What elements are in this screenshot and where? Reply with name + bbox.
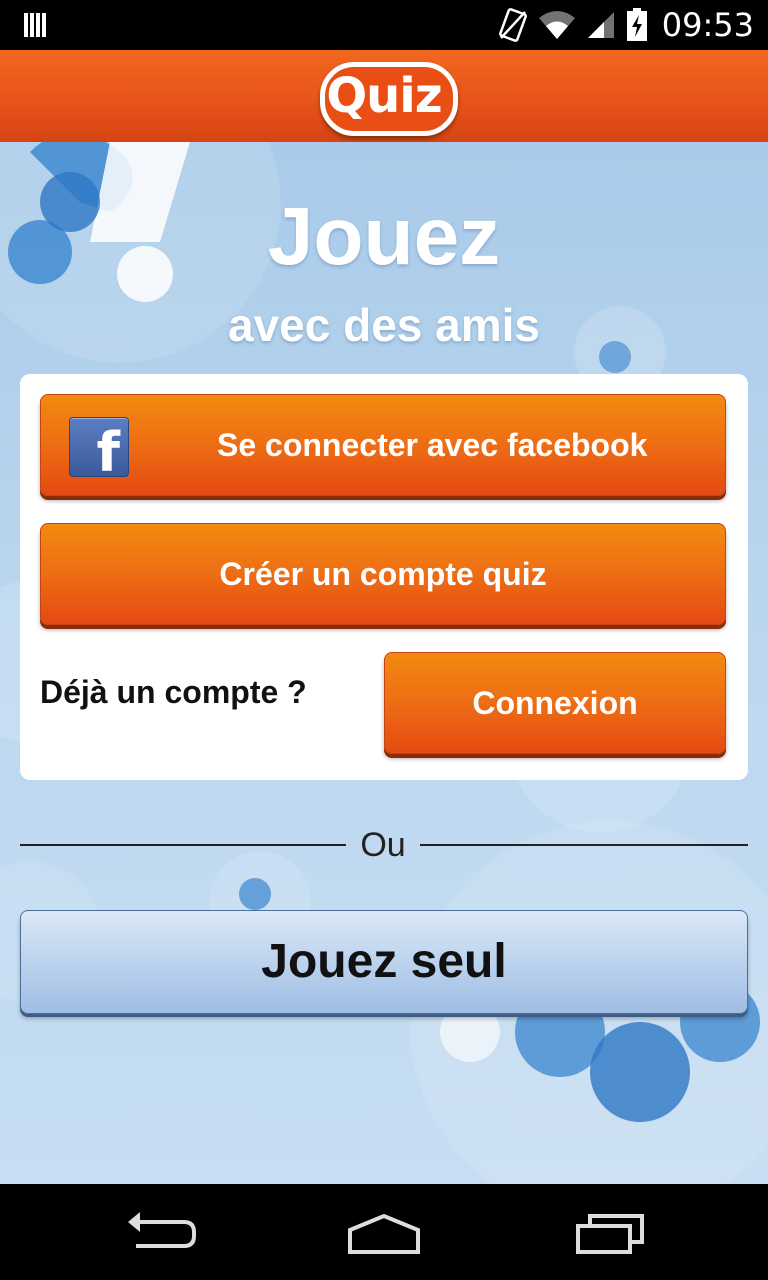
recent-apps-icon[interactable] <box>562 1204 662 1260</box>
back-icon[interactable] <box>110 1204 210 1260</box>
divider-line-left <box>20 844 346 846</box>
status-icons <box>498 8 648 42</box>
page-subtitle: avec des amis <box>227 299 540 351</box>
navigation-bar <box>0 1184 768 1280</box>
login-label: Connexion <box>472 684 638 721</box>
no-sim-icon <box>499 8 527 42</box>
main-content: Jouez avec des amis f Se connecter avec … <box>0 142 768 1184</box>
logo-text: Quiz <box>326 68 442 124</box>
already-account-label: Déjà un compte ? <box>40 674 307 710</box>
status-bar: 09:53 <box>0 0 768 50</box>
signal-icon <box>588 12 614 38</box>
app-header: Quiz <box>0 50 768 148</box>
play-solo-button[interactable]: Jouez seul <box>20 910 748 1014</box>
create-account-button[interactable]: Créer un compte quiz <box>40 523 726 625</box>
clock: 09:53 <box>661 6 754 44</box>
login-button[interactable]: Connexion <box>384 652 726 754</box>
facebook-login-button[interactable]: f Se connecter avec facebook <box>40 394 726 496</box>
wifi-icon <box>539 11 575 39</box>
divider-line-right <box>420 844 748 846</box>
sim-icon <box>24 13 46 37</box>
home-icon[interactable] <box>334 1204 434 1260</box>
facebook-login-label: Se connecter avec facebook <box>217 427 648 463</box>
login-card: f Se connecter avec facebook Créer un co… <box>20 374 748 780</box>
divider-text: Ou <box>360 826 406 864</box>
facebook-icon-letter: f <box>96 421 121 484</box>
page-title: Jouez <box>267 191 501 282</box>
create-account-label: Créer un compte quiz <box>219 555 547 592</box>
facebook-icon: f <box>69 417 129 484</box>
quiz-logo: Quiz <box>316 56 458 136</box>
battery-charging-icon <box>627 8 647 41</box>
